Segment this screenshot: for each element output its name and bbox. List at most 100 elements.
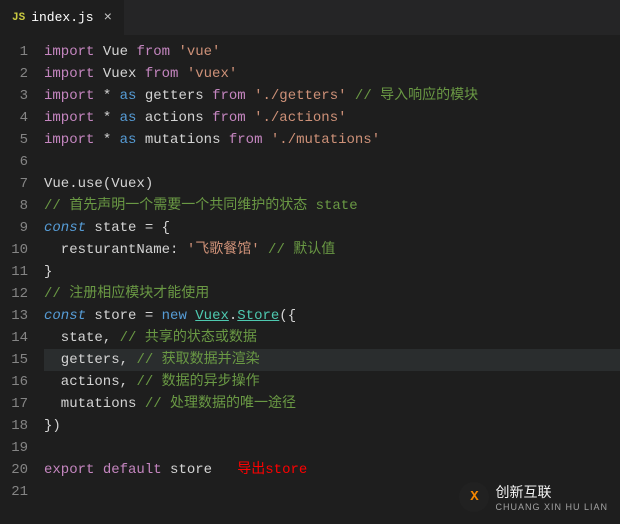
- code-line[interactable]: resturantName: '飞歌餐馆' // 默认值: [44, 239, 620, 261]
- token-kw-import: import: [44, 132, 94, 148]
- token-string: 'vue': [170, 44, 220, 60]
- watermark-brand: 创新互联: [495, 482, 608, 502]
- token-string: './mutations': [262, 132, 380, 148]
- code-line[interactable]: getters, // 获取数据并渲染: [44, 349, 620, 371]
- code-line[interactable]: state, // 共享的状态或数据: [44, 327, 620, 349]
- line-number: 21: [0, 481, 28, 503]
- token-kw-export: default: [103, 462, 162, 478]
- line-number: 19: [0, 437, 28, 459]
- code-area[interactable]: import Vue from 'vue'import Vuex from 'v…: [44, 35, 620, 524]
- line-number: 10: [0, 239, 28, 261]
- token-class-name: Vuex: [195, 308, 229, 324]
- watermark-sub: CHUANG XIN HU LIAN: [495, 502, 608, 512]
- token-comment: // 导入响应的模块: [347, 88, 479, 104]
- token-kw-import: from: [212, 88, 246, 104]
- token-string: './actions': [246, 110, 347, 126]
- code-line[interactable]: // 首先声明一个需要一个共同维护的状态 state: [44, 195, 620, 217]
- token-kw-import: import: [44, 88, 94, 104]
- line-number: 4: [0, 107, 28, 129]
- code-line[interactable]: [44, 151, 620, 173]
- token-kw-import: from: [145, 66, 179, 82]
- token-kw-import: from: [136, 44, 170, 60]
- token-string: './getters': [246, 88, 347, 104]
- token-punct: }): [44, 418, 61, 434]
- code-line[interactable]: import Vuex from 'vuex': [44, 63, 620, 85]
- token-comment: // 共享的状态或数据: [120, 330, 257, 346]
- token-comment: // 获取数据并渲染: [136, 352, 259, 368]
- line-number: 8: [0, 195, 28, 217]
- code-line[interactable]: }: [44, 261, 620, 283]
- code-line[interactable]: }): [44, 415, 620, 437]
- watermark: X 创新互联 CHUANG XIN HU LIAN: [459, 482, 608, 512]
- token-ident: mutations: [136, 132, 228, 148]
- token-punct: .: [69, 176, 77, 192]
- code-line[interactable]: import * as getters from './getters' // …: [44, 85, 620, 107]
- line-number: 18: [0, 415, 28, 437]
- line-number: 17: [0, 393, 28, 415]
- code-editor[interactable]: 123456789101112131415161718192021 import…: [0, 35, 620, 524]
- token-comment: // 默认值: [260, 242, 336, 258]
- code-line[interactable]: export default store 导出store: [44, 459, 620, 481]
- token-ident: store: [86, 308, 145, 324]
- token-ident: actions: [44, 374, 120, 390]
- tab-bar: JS index.js ×: [0, 0, 620, 35]
- token-punct: = {: [145, 220, 170, 236]
- token-ident: store: [162, 462, 238, 478]
- token-kw-as: as: [120, 110, 137, 126]
- js-file-icon: JS: [12, 12, 25, 24]
- token-punct: [94, 462, 102, 478]
- line-number: 2: [0, 63, 28, 85]
- line-number: 3: [0, 85, 28, 107]
- code-line[interactable]: actions, // 数据的异步操作: [44, 371, 620, 393]
- token-punct: ,: [120, 374, 137, 390]
- token-punct: [187, 308, 195, 324]
- line-number: 1: [0, 41, 28, 63]
- token-comment: // 数据的异步操作: [136, 374, 259, 390]
- token-annot: 导出store: [237, 462, 307, 478]
- token-punct: ,: [103, 330, 120, 346]
- close-icon[interactable]: ×: [104, 10, 112, 26]
- token-punct: *: [94, 88, 119, 104]
- line-number: 13: [0, 305, 28, 327]
- token-kw-import: import: [44, 110, 94, 126]
- line-number: 14: [0, 327, 28, 349]
- token-punct: ({: [279, 308, 296, 324]
- code-line[interactable]: [44, 437, 620, 459]
- line-number: 5: [0, 129, 28, 151]
- token-comment: // 首先声明一个需要一个共同维护的状态 state: [44, 198, 358, 214]
- token-ident: state: [44, 330, 103, 346]
- code-line[interactable]: mutations // 处理数据的唯一途径: [44, 393, 620, 415]
- token-punct: :: [170, 242, 187, 258]
- token-string: '飞歌餐馆': [187, 242, 260, 258]
- token-kw-import: import: [44, 44, 94, 60]
- token-kw-const: const: [44, 220, 86, 236]
- code-line[interactable]: const store = new Vuex.Store({: [44, 305, 620, 327]
- token-ident: use: [78, 176, 103, 192]
- token-kw-export: export: [44, 462, 94, 478]
- code-line[interactable]: // 注册相应模块才能使用: [44, 283, 620, 305]
- token-kw-import: import: [44, 66, 94, 82]
- line-number: 20: [0, 459, 28, 481]
- code-line[interactable]: import Vue from 'vue': [44, 41, 620, 63]
- code-line[interactable]: Vue.use(Vuex): [44, 173, 620, 195]
- token-kw-new: new: [162, 308, 187, 324]
- line-number: 12: [0, 283, 28, 305]
- line-number: 7: [0, 173, 28, 195]
- token-ident: Vuex: [94, 66, 144, 82]
- token-ident: mutations: [44, 396, 145, 412]
- code-line[interactable]: const state = {: [44, 217, 620, 239]
- token-ident: Vue: [94, 44, 136, 60]
- code-line[interactable]: import * as mutations from './mutations': [44, 129, 620, 151]
- code-line[interactable]: import * as actions from './actions': [44, 107, 620, 129]
- token-punct: ,: [120, 352, 137, 368]
- line-number: 11: [0, 261, 28, 283]
- token-comment: // 注册相应模块才能使用: [44, 286, 209, 302]
- token-comment: // 处理数据的唯一途径: [145, 396, 296, 412]
- tab-indexjs[interactable]: JS index.js ×: [0, 0, 125, 35]
- token-ident: getters: [44, 352, 120, 368]
- token-kw-import: from: [212, 110, 246, 126]
- token-kw-as: as: [120, 132, 137, 148]
- watermark-logo-icon: X: [459, 482, 489, 512]
- line-number-gutter: 123456789101112131415161718192021: [0, 35, 44, 524]
- token-kw-import: from: [229, 132, 263, 148]
